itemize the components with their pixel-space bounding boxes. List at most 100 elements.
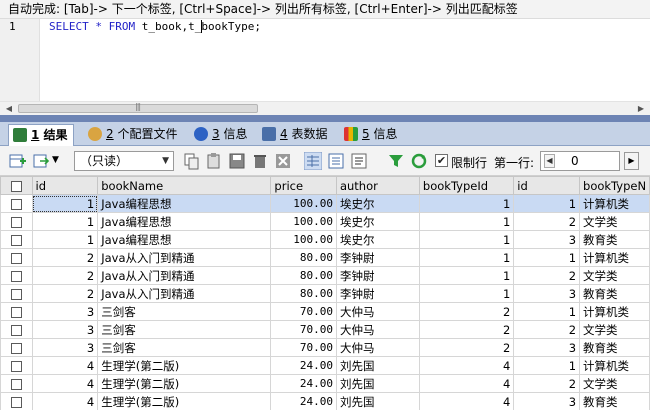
table-row[interactable]: 4 生理学(第二版) 24.00 刘先国 4 2 文学类 [0,374,650,393]
table-cell[interactable]: 4 [418,392,515,410]
copy-row-icon[interactable] [182,152,200,170]
table-cell[interactable]: 埃史尔 [335,194,420,213]
table-row[interactable]: 4 生理学(第二版) 24.00 刘先国 4 3 教育类 [0,392,650,410]
table-cell[interactable]: 三剑客 [97,338,272,357]
table-cell[interactable]: 3 [513,284,581,303]
table-cell[interactable]: 李钟尉 [335,248,420,267]
table-cell[interactable]: 大仲马 [335,338,420,357]
table-row[interactable]: 3 三剑客 70.00 大仲马 2 3 教育类 [0,338,650,357]
scroll-right-arrow-icon[interactable]: ▶ [634,102,648,115]
paste-icon[interactable] [205,152,223,170]
row-select-cell[interactable] [0,266,33,285]
row-select-cell[interactable] [0,212,33,231]
table-cell[interactable]: 24.00 [270,374,337,393]
row-checkbox[interactable] [10,396,22,408]
tab-table-data[interactable]: 4 表数据 [258,124,327,146]
table-cell[interactable]: 3 [513,338,581,357]
table-cell[interactable]: Java从入门到精通 [97,284,272,303]
row-select-cell[interactable] [0,338,33,357]
column-header[interactable]: price [270,176,337,195]
table-cell[interactable]: 2 [418,338,515,357]
column-header[interactable]: author [335,176,420,195]
table-row[interactable]: 1 Java编程思想 100.00 埃史尔 1 3 教育类 [0,230,650,249]
row-select-cell[interactable] [0,284,33,303]
table-cell[interactable]: 3 [513,230,581,249]
row-checkbox[interactable] [10,234,22,246]
row-checkbox[interactable] [10,306,22,318]
table-cell[interactable]: 埃史尔 [335,212,420,231]
table-cell[interactable]: Java编程思想 [97,230,272,249]
table-cell[interactable]: 3 [31,338,99,357]
table-cell[interactable]: 李钟尉 [335,266,420,285]
table-cell[interactable]: 生理学(第二版) [97,374,272,393]
column-header[interactable]: id [31,176,99,195]
row-checkbox[interactable] [10,216,22,228]
table-row[interactable]: 2 Java从入门到精通 80.00 李钟尉 1 3 教育类 [0,284,650,303]
scroll-left-arrow-icon[interactable]: ◀ [2,102,16,115]
table-cell[interactable]: 文学类 [579,320,650,339]
row-checkbox[interactable] [10,324,22,336]
column-header[interactable]: bookTypeN [579,176,650,195]
delete-all-icon[interactable] [274,152,292,170]
table-cell[interactable]: 4 [31,356,99,375]
table-cell[interactable]: 埃史尔 [335,230,420,249]
next-page-button[interactable]: ▶ [624,152,639,170]
table-cell[interactable]: Java编程思想 [97,194,272,213]
table-cell[interactable]: 24.00 [270,356,337,375]
table-cell[interactable]: 1 [418,230,515,249]
row-select-cell[interactable] [0,302,33,321]
table-cell[interactable]: 1 [513,194,581,213]
table-cell[interactable]: 3 [31,320,99,339]
table-cell[interactable]: 1 [513,302,581,321]
table-cell[interactable]: 李钟尉 [335,284,420,303]
table-cell[interactable]: 4 [418,374,515,393]
table-cell[interactable]: 2 [513,374,581,393]
table-cell[interactable]: 24.00 [270,392,337,410]
table-cell[interactable]: 4 [418,356,515,375]
export-dropdown-icon[interactable]: ▼ [52,155,59,165]
table-cell[interactable]: 1 [513,356,581,375]
table-cell[interactable]: 计算机类 [579,194,650,213]
scrollbar-thumb[interactable]: ||| [18,102,258,113]
delete-icon[interactable] [251,152,269,170]
table-cell[interactable]: 2 [513,266,581,285]
table-row[interactable]: 4 生理学(第二版) 24.00 刘先国 4 1 计算机类 [0,356,650,375]
first-row-input[interactable]: ◀ 0 [540,151,620,171]
table-cell[interactable]: 刘先国 [335,392,420,410]
refresh-icon[interactable] [410,152,428,170]
table-cell[interactable]: 1 [418,266,515,285]
insert-row-icon[interactable] [8,152,26,170]
column-header[interactable]: bookName [97,176,272,195]
row-checkbox[interactable] [10,270,22,282]
table-cell[interactable]: 1 [418,212,515,231]
table-cell[interactable]: 100.00 [270,212,337,231]
table-cell[interactable]: 4 [31,374,99,393]
table-cell[interactable]: 生理学(第二版) [97,356,272,375]
row-select-cell[interactable] [0,392,33,410]
table-cell[interactable]: 2 [513,320,581,339]
table-cell[interactable]: 1 [31,194,99,213]
table-cell[interactable]: 1 [418,284,515,303]
row-checkbox[interactable] [10,342,22,354]
table-cell[interactable]: 刘先国 [335,374,420,393]
table-cell[interactable]: 教育类 [579,230,650,249]
table-cell[interactable]: 大仲马 [335,320,420,339]
panel-splitter[interactable] [0,115,650,122]
table-cell[interactable]: 大仲马 [335,302,420,321]
table-cell[interactable]: 80.00 [270,248,337,267]
select-all-checkbox[interactable] [10,180,22,192]
table-cell[interactable]: 1 [31,230,99,249]
tab-info-2[interactable]: 5 信息 [340,124,397,146]
table-cell[interactable]: 1 [513,248,581,267]
row-select-cell[interactable] [0,374,33,393]
table-cell[interactable]: 文学类 [579,212,650,231]
table-row[interactable]: 2 Java从入门到精通 80.00 李钟尉 1 2 文学类 [0,266,650,285]
row-select-cell[interactable] [0,230,33,249]
table-cell[interactable]: 80.00 [270,266,337,285]
table-cell[interactable]: 计算机类 [579,302,650,321]
table-cell[interactable]: Java编程思想 [97,212,272,231]
table-cell[interactable]: 80.00 [270,284,337,303]
previous-page-icon[interactable]: ◀ [544,154,555,168]
table-cell[interactable]: 刘先国 [335,356,420,375]
table-cell[interactable]: 70.00 [270,320,337,339]
